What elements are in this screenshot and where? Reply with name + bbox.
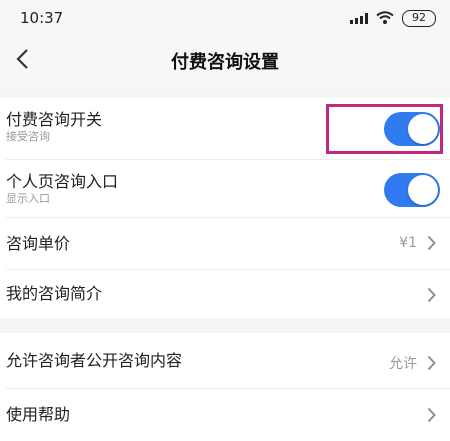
chevron-right-icon <box>427 407 436 423</box>
setting-sublabel: 接受咨询 <box>6 130 50 143</box>
setting-value-wrap <box>427 407 436 423</box>
setting-label: 个人页咨询入口 <box>6 172 119 191</box>
setting-label-block: 我的咨询简介 <box>6 284 102 304</box>
setting-row-help[interactable]: 使用帮助 <box>0 389 450 441</box>
setting-label-block: 咨询单价 <box>6 234 70 254</box>
wifi-icon <box>376 11 394 25</box>
status-icons: 92 <box>350 9 436 27</box>
setting-row-my-intro[interactable]: 我的咨询简介 <box>0 270 450 318</box>
signal-bars-icon <box>350 12 368 24</box>
setting-row-allow-public[interactable]: 允许咨询者公开咨询内容 允许 <box>0 333 450 389</box>
setting-label: 付费咨询开关 <box>6 110 103 129</box>
toggle-wrap <box>384 173 440 207</box>
battery-indicator: 92 <box>402 9 436 27</box>
back-button[interactable] <box>0 36 44 86</box>
setting-label-block: 使用帮助 <box>6 405 70 425</box>
setting-label-block: 允许咨询者公开咨询内容 <box>6 351 182 371</box>
setting-value-wrap <box>427 287 436 303</box>
toggle-knob <box>408 175 438 205</box>
setting-sublabel: 显示入口 <box>6 192 50 205</box>
page-title: 付费咨询设置 <box>171 52 279 73</box>
highlight-annotation-box <box>326 104 443 154</box>
unit-price-value: ¥1 <box>399 235 417 251</box>
setting-label: 使用帮助 <box>6 405 71 424</box>
setting-label-block: 付费咨询开关 接受咨询 <box>6 110 102 144</box>
chevron-right-icon <box>427 235 436 251</box>
chevron-left-icon <box>15 48 29 74</box>
setting-value-wrap: ¥1 <box>399 235 436 251</box>
setting-label: 允许咨询者公开咨询内容 <box>6 351 183 370</box>
setting-label: 咨询单价 <box>6 234 71 253</box>
chevron-right-icon <box>427 287 436 303</box>
nav-bar: 付费咨询设置 <box>0 36 450 86</box>
status-time: 10:37 <box>20 9 64 27</box>
profile-entry-toggle[interactable] <box>384 173 440 207</box>
chevron-right-icon <box>427 355 436 371</box>
allow-public-value: 允许 <box>389 356 417 372</box>
status-bar: 10:37 92 <box>0 0 450 36</box>
setting-label-block: 个人页咨询入口 显示入口 <box>6 172 118 206</box>
settings-group-secondary: 允许咨询者公开咨询内容 允许 使用帮助 <box>0 333 450 441</box>
setting-row-profile-entry: 个人页咨询入口 显示入口 <box>0 160 450 218</box>
setting-label: 我的咨询简介 <box>6 284 103 303</box>
setting-row-unit-price[interactable]: 咨询单价 ¥1 <box>0 218 450 270</box>
setting-value-wrap: 允许 <box>389 353 436 373</box>
